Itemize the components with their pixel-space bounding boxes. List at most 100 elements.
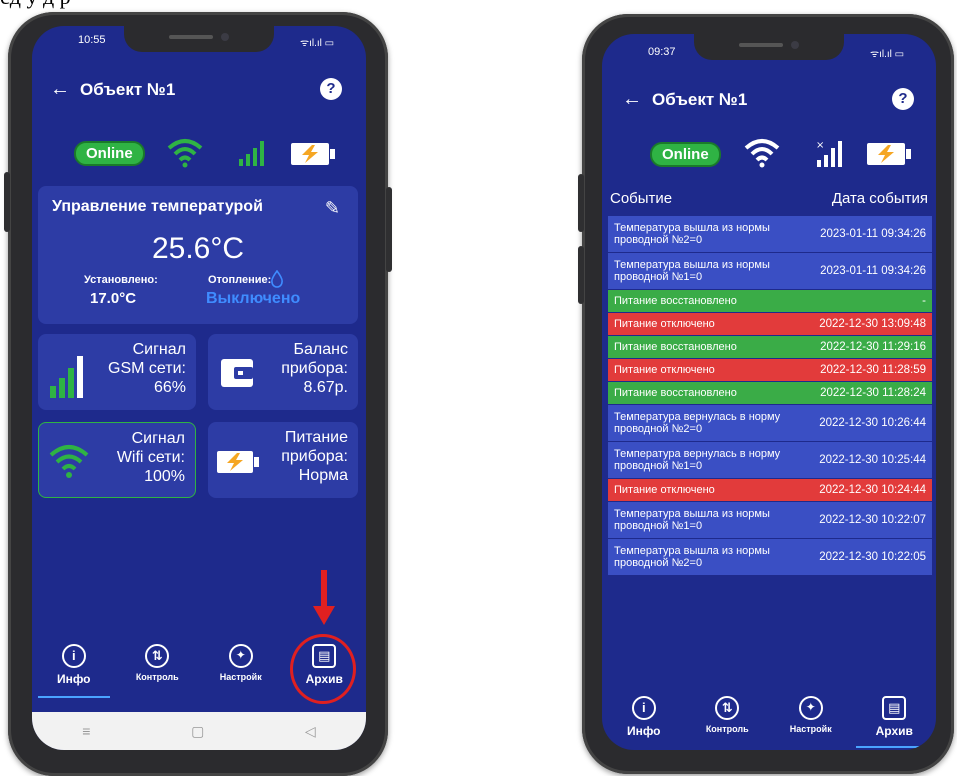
- event-cell: Температура вернулась в норму проводной …: [614, 448, 781, 472]
- temperature-card[interactable]: Управление температурой ✎ 25.6°C Установ…: [38, 186, 358, 324]
- table-row[interactable]: Температура вышла из нормы проводной №2=…: [608, 539, 932, 576]
- set-temperature-label: Установлено:: [84, 274, 158, 286]
- online-badge: Online: [74, 141, 145, 166]
- event-cell: Температура вернулась в норму проводной …: [614, 411, 781, 435]
- battery-charging-icon: [217, 451, 259, 473]
- home-icon[interactable]: ▢: [191, 723, 204, 740]
- control-arrows-icon: ⇅: [145, 644, 170, 668]
- menu-icon[interactable]: ≡: [82, 723, 90, 739]
- page-title: Объект №1: [652, 89, 748, 109]
- back-arrow-icon[interactable]: ←: [50, 78, 80, 101]
- nav-info-label: Инфо: [56, 672, 91, 686]
- app-header: ← Объект №1: [50, 78, 175, 101]
- table-row[interactable]: Питание отключено 2022-12-30 11:28:59: [608, 359, 932, 382]
- no-signal-bars-icon: ×: [816, 140, 842, 167]
- nav-settings[interactable]: ✦ Настройк: [780, 696, 842, 738]
- app-header: ← Объект №1: [622, 88, 747, 111]
- status-time: 09:37: [648, 46, 676, 58]
- table-row[interactable]: Температура вернулась в норму проводной …: [608, 405, 932, 442]
- wifi-signal-tile[interactable]: Сигнал Wifi сети: 100%: [38, 422, 196, 498]
- balance-tile[interactable]: Баланс прибора: 8.67р.: [208, 334, 358, 410]
- table-row[interactable]: Питание восстановлено -: [608, 290, 932, 313]
- table-row[interactable]: Температура вышла из нормы проводной №1=…: [608, 502, 932, 539]
- wifi-icon: [167, 139, 203, 168]
- status-time: 10:55: [78, 34, 106, 46]
- nav-settings-label: Настройк: [789, 724, 832, 734]
- phone-notch: [124, 26, 274, 52]
- nav-control[interactable]: ⇅ Контроль: [696, 696, 758, 738]
- table-row[interactable]: Питание восстановлено 2022-12-30 11:29:16: [608, 336, 932, 359]
- status-icons: ᯤıl.ıl ▭: [870, 49, 905, 60]
- date-cell: 2022-12-30 11:28:59: [820, 364, 926, 376]
- top-caption-text: сд у д р: [0, 0, 71, 10]
- events-table-header: Событие Дата события: [610, 190, 928, 207]
- right-phone-frame: 09:37 ᯤıl.ıl ▭ ← Объект №1 ? Online × Со…: [578, 14, 954, 774]
- info-icon: i: [631, 696, 656, 720]
- highlight-circle: [290, 634, 356, 704]
- nav-settings-label: Настройк: [219, 672, 262, 682]
- battery-charging-icon: [291, 143, 335, 165]
- red-arrow-pointer: [313, 570, 335, 625]
- date-cell: 2023-01-11 09:34:26: [820, 228, 926, 240]
- column-event-header: Событие: [610, 190, 673, 207]
- date-cell: 2022-12-30 11:28:24: [820, 387, 926, 399]
- events-table: Температура вышла из нормы проводной №2=…: [608, 216, 932, 576]
- date-cell: -: [922, 295, 926, 307]
- back-triangle-icon[interactable]: ◁: [305, 723, 316, 740]
- event-cell: Температура вышла из нормы проводной №1=…: [614, 259, 770, 283]
- nav-archive[interactable]: ▤ Архив: [863, 696, 925, 738]
- column-date-header: Дата события: [831, 190, 928, 207]
- nav-archive-label: Архив: [875, 724, 913, 738]
- bottom-nav: i Инфо ⇅ Контроль ✦ Настройк ▤ Архив: [602, 696, 936, 738]
- power-tile[interactable]: Питание прибора: Норма: [208, 422, 358, 498]
- date-cell: 2022-12-30 10:26:44: [819, 417, 926, 429]
- table-row[interactable]: Температура вышла из нормы проводной №1=…: [608, 253, 932, 290]
- page-title: Объект №1: [80, 79, 176, 99]
- nav-info[interactable]: i Инфо: [613, 696, 675, 738]
- nav-info[interactable]: i Инфо: [43, 644, 105, 686]
- event-cell: Питание отключено: [614, 364, 715, 376]
- temperature-card-title: Управление температурой: [52, 198, 263, 215]
- table-row[interactable]: Температура вернулась в норму проводной …: [608, 442, 932, 479]
- phone-side-button: [386, 187, 392, 272]
- table-row[interactable]: Питание восстановлено 2022-12-30 11:28:24: [608, 382, 932, 405]
- nav-settings[interactable]: ✦ Настройк: [210, 644, 272, 686]
- table-row[interactable]: Питание отключено 2022-12-30 10:24:44: [608, 479, 932, 502]
- date-cell: 2022-12-30 10:24:44: [819, 484, 926, 496]
- wifi-icon: [744, 139, 780, 168]
- date-cell: 2022-12-30 10:25:44: [819, 454, 926, 466]
- phone-side-button: [578, 174, 584, 232]
- battery-charging-icon: [867, 143, 911, 165]
- date-cell: 2022-12-30 13:09:48: [819, 318, 926, 330]
- table-row[interactable]: Питание отключено 2022-12-30 13:09:48: [608, 313, 932, 336]
- active-tab-underline: [856, 746, 930, 748]
- event-cell: Питание восстановлено: [614, 295, 737, 307]
- calendar-icon: ▤: [882, 696, 907, 720]
- nav-control[interactable]: ⇅ Контроль: [126, 644, 188, 686]
- water-drop-icon: [271, 270, 283, 288]
- edit-pencil-icon[interactable]: ✎: [325, 198, 340, 219]
- android-system-bar: ≡ ▢ ◁: [32, 712, 366, 750]
- heating-label: Отопление:: [208, 274, 272, 286]
- wifi-signal-text: Сигнал Wifi сети: 100%: [116, 430, 185, 485]
- online-badge: Online: [650, 142, 721, 167]
- wifi-icon: [49, 445, 89, 478]
- date-cell: 2023-01-11 09:34:26: [820, 265, 926, 277]
- event-cell: Температура вышла из нормы проводной №2=…: [614, 545, 770, 569]
- wallet-icon: [221, 359, 253, 387]
- nav-info-label: Инфо: [626, 724, 661, 738]
- event-cell: Температура вышла из нормы проводной №1=…: [614, 508, 770, 532]
- set-temperature-value: 17.0°C: [90, 290, 137, 307]
- help-icon[interactable]: ?: [892, 88, 914, 110]
- status-icons: ᯤıl.ıl ▭: [300, 38, 335, 49]
- current-temperature: 25.6°C: [151, 232, 245, 265]
- heating-status-value: Выключено: [206, 290, 301, 307]
- phone-side-button: [4, 172, 10, 232]
- gsm-signal-tile[interactable]: Сигнал GSM сети: 66%: [38, 334, 196, 410]
- control-arrows-icon: ⇅: [715, 696, 740, 720]
- wrench-icon: ✦: [228, 644, 253, 668]
- table-row[interactable]: Температура вышла из нормы проводной №2=…: [608, 216, 932, 253]
- help-icon[interactable]: ?: [320, 78, 342, 100]
- event-cell: Питание отключено: [614, 318, 715, 330]
- back-arrow-icon[interactable]: ←: [622, 88, 652, 111]
